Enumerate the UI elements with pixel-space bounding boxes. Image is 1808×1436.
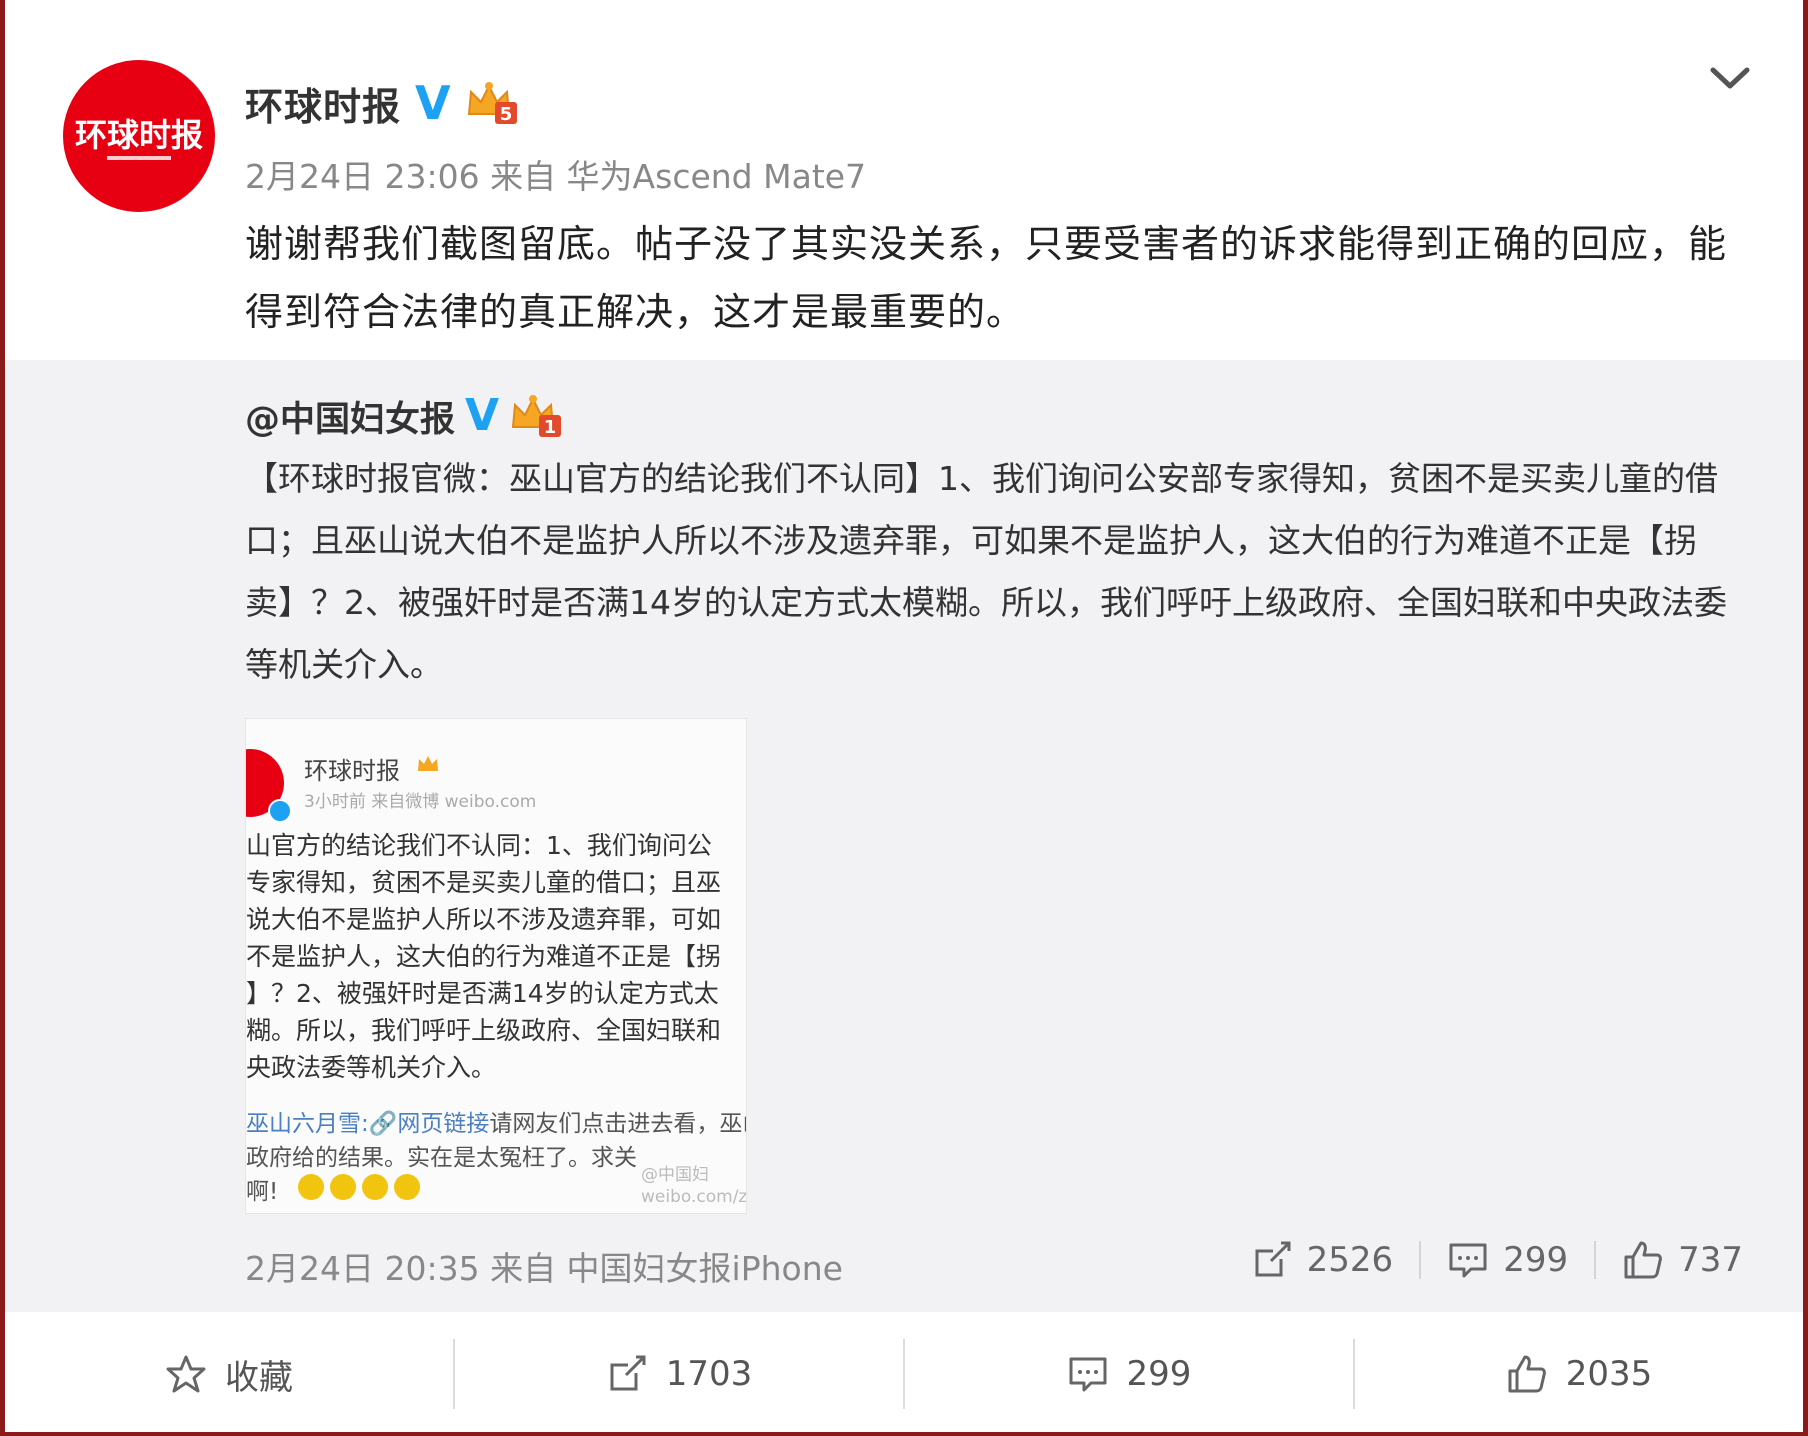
verified-icon: V [465, 390, 500, 441]
chevron-down-icon[interactable] [1705, 60, 1755, 96]
repost-comment-button[interactable]: 299 [1447, 1239, 1568, 1281]
weibo-post-card: 环球时报 环球时报 V 5 2月24日 23:06 来自 华为Ascend Ma… [5, 0, 1803, 1432]
favorite-button[interactable]: 收藏 [5, 1316, 453, 1432]
share-button[interactable]: 1703 [455, 1316, 903, 1432]
svg-text:1: 1 [544, 417, 557, 438]
like-count: 2035 [1565, 1354, 1653, 1394]
repost-like-count: 737 [1678, 1240, 1743, 1280]
crying-emoji-icon [298, 1174, 324, 1200]
post-text: 谢谢帮我们截图留底。帖子没了其实没关系，只要受害者的诉求能得到正确的回应，能得到… [245, 222, 1728, 334]
star-icon [166, 1355, 206, 1393]
thumbnail-watermark: @中国妇 weibo.com/z [641, 1165, 747, 1207]
author-avatar[interactable]: 环球时报 [63, 60, 215, 212]
repost-share-count: 2526 [1306, 1240, 1394, 1280]
thumbnail-author: 环球时报 [304, 757, 400, 785]
avatar-logo-text: 环球时报 [75, 116, 203, 154]
thumbnail-comment-user: 巫山六月雪: [246, 1111, 369, 1137]
crying-emoji-icon [362, 1174, 388, 1200]
verified-icon: V [415, 76, 451, 130]
like-button[interactable]: 2035 [1355, 1316, 1803, 1432]
crying-emoji-icon [394, 1174, 420, 1200]
comment-icon [1069, 1357, 1107, 1392]
thumbnail-web-link: 网页链接 [397, 1111, 490, 1137]
repost-text: 【环球时报官微：巫山官方的结论我们不认同】1、我们询问公安部专家得知，贫困不是买… [245, 459, 1727, 684]
link-icon: 🔗 [368, 1111, 398, 1137]
crown-badge-icon [416, 753, 440, 775]
share-icon [1255, 1241, 1291, 1277]
reposted-content: @中国妇女报 V 1 【环球时报官微：巫山官方的结论我们不认同】1、我们询问公安… [5, 360, 1803, 1312]
share-icon [610, 1355, 646, 1391]
divider [1419, 1241, 1422, 1279]
verified-icon [268, 799, 292, 823]
thumbnail-comment-end: 啊! [246, 1179, 279, 1205]
crying-emoji-icons [298, 1174, 420, 1200]
post-action-bar: 收藏 1703 299 2035 [5, 1316, 1803, 1432]
svg-text:5: 5 [499, 104, 512, 125]
comment-count: 299 [1126, 1354, 1192, 1394]
crown-badge-icon[interactable]: 5 [465, 80, 519, 126]
repost-author-line: @中国妇女报 V 1 [245, 390, 563, 442]
author-line: 环球时报 V 5 [245, 76, 519, 131]
share-count: 1703 [665, 1354, 753, 1394]
repost-author-name[interactable]: @中国妇女报 [245, 391, 455, 442]
repost-share-button[interactable]: 2526 [1251, 1239, 1394, 1281]
comment-button[interactable]: 299 [905, 1316, 1353, 1432]
repost-image-thumbnail[interactable]: 环球时报 3小时前 来自微博 weibo.com 山官方的结论我们不认同：1、我… [245, 718, 747, 1214]
thumbs-up-icon [1624, 1241, 1662, 1279]
post-timestamp[interactable]: 2月24日 23:06 来自 华为Ascend Mate7 [245, 150, 866, 198]
favorite-label: 收藏 [225, 1357, 293, 1398]
repost-actions: 2526 299 737 [1251, 1232, 1743, 1288]
thumbnail-meta: 3小时前 来自微博 weibo.com [304, 792, 537, 812]
repost-timestamp[interactable]: 2月24日 20:35 来自 中国妇女报iPhone [245, 1242, 843, 1290]
crown-badge-icon[interactable]: 1 [509, 393, 563, 439]
repost-like-button[interactable]: 737 [1622, 1239, 1743, 1281]
author-name[interactable]: 环球时报 [245, 76, 401, 131]
thumbs-up-icon [1508, 1355, 1546, 1393]
comment-icon [1449, 1243, 1487, 1278]
crying-emoji-icon [330, 1174, 356, 1200]
thumbnail-text: 山官方的结论我们不认同：1、我们询问公 专家得知，贫困不是买卖儿童的借口；且巫 … [246, 831, 722, 1082]
divider [1594, 1241, 1597, 1279]
repost-comment-count: 299 [1503, 1240, 1569, 1280]
